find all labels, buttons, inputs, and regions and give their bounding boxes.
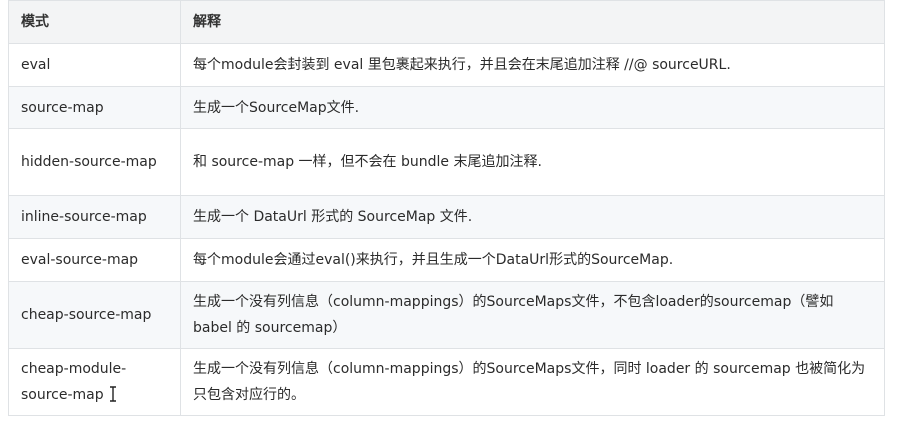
table-row: source-map 生成一个SourceMap文件. [8,86,885,129]
table-row: eval 每个module会封装到 eval 里包裹起来执行，并且会在末尾追加注… [8,43,885,87]
mode-cell: cheap-module-source-map [8,348,181,416]
mode-cell: inline-source-map [8,195,181,239]
table-row: inline-source-map 生成一个 DataUrl 形式的 Sourc… [8,195,885,239]
header-explanation: 解释 [180,0,885,44]
devtool-modes-table-container: 模式 解释 eval 每个module会封装到 eval 里包裹起来执行，并且会… [8,0,885,416]
description-cell: 生成一个没有列信息（column-mappings）的SourceMaps文件，… [180,281,885,349]
table-header-row: 模式 解释 [8,0,885,44]
description-cell: 生成一个没有列信息（column-mappings）的SourceMaps文件，… [180,348,885,416]
table-row: hidden-source-map 和 source-map 一样，但不会在 b… [8,128,885,196]
description-cell: 生成一个SourceMap文件. [180,86,885,129]
mode-cell: hidden-source-map [8,128,181,196]
devtool-modes-table: 模式 解释 eval 每个module会封装到 eval 里包裹起来执行，并且会… [8,0,885,416]
mode-cell: eval [8,43,181,87]
description-cell: 每个module会通过eval()来执行，并且生成一个DataUrl形式的Sou… [180,238,885,282]
mode-cell: source-map [8,86,181,129]
header-mode: 模式 [8,0,181,44]
description-cell: 和 source-map 一样，但不会在 bundle 末尾追加注释. [180,128,885,196]
table-row: eval-source-map 每个module会通过eval()来执行，并且生… [8,238,885,282]
description-cell: 生成一个 DataUrl 形式的 SourceMap 文件. [180,195,885,239]
text-cursor-icon [108,386,118,402]
table-row: cheap-module-source-map 生成一个没有列信息（column… [8,348,885,416]
description-cell: 每个module会封装到 eval 里包裹起来执行，并且会在末尾追加注释 //@… [180,43,885,87]
mode-cell: cheap-source-map [8,281,181,349]
table-row: cheap-source-map 生成一个没有列信息（column-mappin… [8,281,885,349]
mode-cell: eval-source-map [8,238,181,282]
